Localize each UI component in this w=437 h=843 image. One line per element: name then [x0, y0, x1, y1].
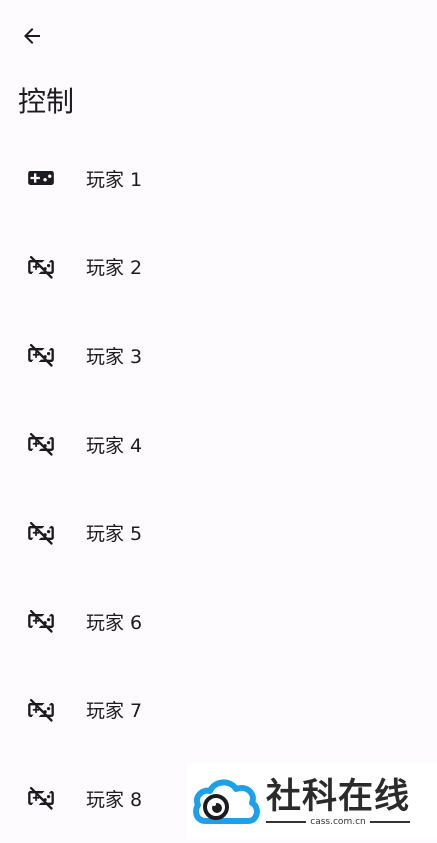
player-item-1[interactable]: 玩家 1	[0, 134, 437, 223]
arrow-back-icon	[24, 28, 40, 44]
player-list: 玩家 1 玩家 2 玩家 3 玩家 4 玩家 5 玩家 6 玩家 7 玩家 8	[0, 134, 437, 843]
player-item-4[interactable]: 玩家 4	[0, 400, 437, 489]
watermark-subtitle-row: cass.com.cn	[266, 816, 410, 827]
player-label: 玩家 2	[86, 257, 143, 280]
watermark-subtitle: cass.com.cn	[310, 816, 366, 827]
player-label: 玩家 7	[86, 700, 143, 723]
player-item-3[interactable]: 玩家 3	[0, 311, 437, 400]
player-label: 玩家 8	[86, 788, 143, 811]
gamepad-off-icon	[26, 518, 56, 548]
page-title: 控制	[18, 85, 75, 118]
divider	[266, 820, 307, 823]
gamepad-off-icon	[26, 340, 56, 370]
gamepad-off-icon	[26, 695, 56, 725]
watermark: 社科在线 cass.com.cn	[186, 763, 437, 840]
player-label: 玩家 4	[86, 434, 143, 457]
back-button[interactable]	[12, 16, 52, 56]
player-label: 玩家 1	[86, 168, 143, 191]
player-item-6[interactable]: 玩家 6	[0, 577, 437, 666]
player-item-2[interactable]: 玩家 2	[0, 223, 437, 312]
player-item-7[interactable]: 玩家 7	[0, 666, 437, 755]
player-label: 玩家 6	[86, 611, 143, 634]
divider	[369, 820, 410, 823]
gamepad-off-icon	[26, 783, 56, 813]
gamepad-off-icon	[26, 429, 56, 459]
player-item-5[interactable]: 玩家 5	[0, 488, 437, 577]
gamepad-off-icon	[26, 606, 56, 636]
player-label: 玩家 3	[86, 345, 143, 368]
cloud-eye-logo-icon	[193, 779, 260, 824]
player-label: 玩家 5	[86, 523, 143, 546]
watermark-title: 社科在线	[266, 776, 411, 817]
gamepad-off-icon	[26, 252, 56, 282]
gamepad-icon	[26, 163, 56, 193]
